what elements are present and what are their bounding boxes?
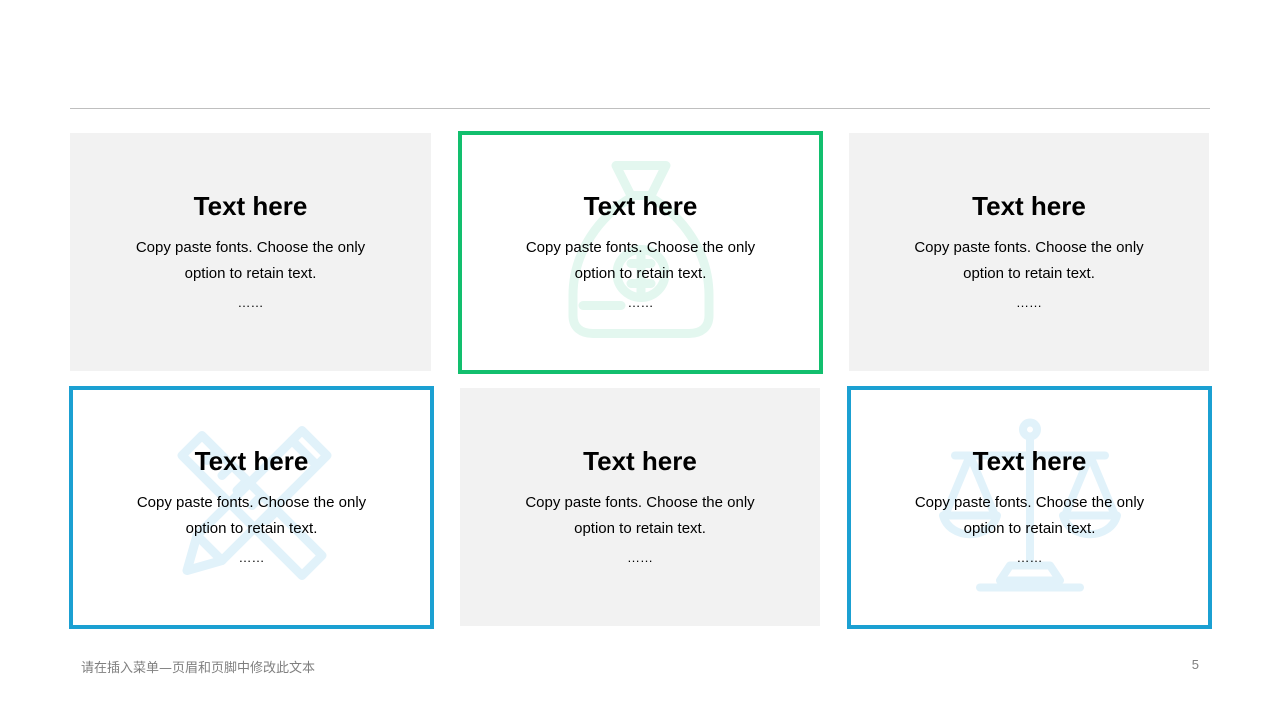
card-body: Copy paste fonts. Choose the only option… [135,239,366,282]
card-body: Copy paste fonts. Choose the only option… [914,494,1145,537]
card-body: Copy paste fonts. Choose the only option… [525,239,756,282]
card-content: Text here Copy paste fonts. Choose the o… [849,133,1209,371]
card-title: Text here [193,191,308,221]
card-3: Text here Copy paste fonts. Choose the o… [849,133,1209,371]
card-5: Text here Copy paste fonts. Choose the o… [460,388,820,626]
card-body: Copy paste fonts. Choose the only option… [525,494,755,537]
card-title: Text here [972,446,1087,476]
card-title: Text here [583,191,698,221]
card-title: Text here [972,191,1086,221]
slide: Text here Copy paste fonts. Choose the o… [0,0,1280,720]
card-content: Text here Copy paste fonts. Choose the o… [851,390,1208,625]
card-ellipsis: …… [627,295,654,310]
page-number: 5 [1191,657,1199,672]
card-content: Text here Copy paste fonts. Choose the o… [73,390,430,625]
card-6: Text here Copy paste fonts. Choose the o… [847,386,1212,629]
card-ellipsis: …… [237,295,264,310]
footer-text: 请在插入菜单—页眉和页脚中修改此文本 [81,661,316,676]
card-ellipsis: …… [627,550,653,565]
card-body: Copy paste fonts. Choose the only option… [914,239,1144,282]
card-2: Text here Copy paste fonts. Choose the o… [458,131,823,374]
card-content: Text here Copy paste fonts. Choose the o… [70,133,431,371]
card-ellipsis: …… [1016,550,1043,565]
card-ellipsis: …… [1016,295,1042,310]
card-content: Text here Copy paste fonts. Choose the o… [460,388,820,626]
card-title: Text here [194,446,309,476]
card-ellipsis: …… [238,550,265,565]
card-4: Text here Copy paste fonts. Choose the o… [69,386,434,629]
card-title: Text here [583,446,697,476]
top-divider [70,108,1210,109]
card-1: Text here Copy paste fonts. Choose the o… [70,133,431,371]
card-content: Text here Copy paste fonts. Choose the o… [462,135,819,370]
card-body: Copy paste fonts. Choose the only option… [136,494,367,537]
